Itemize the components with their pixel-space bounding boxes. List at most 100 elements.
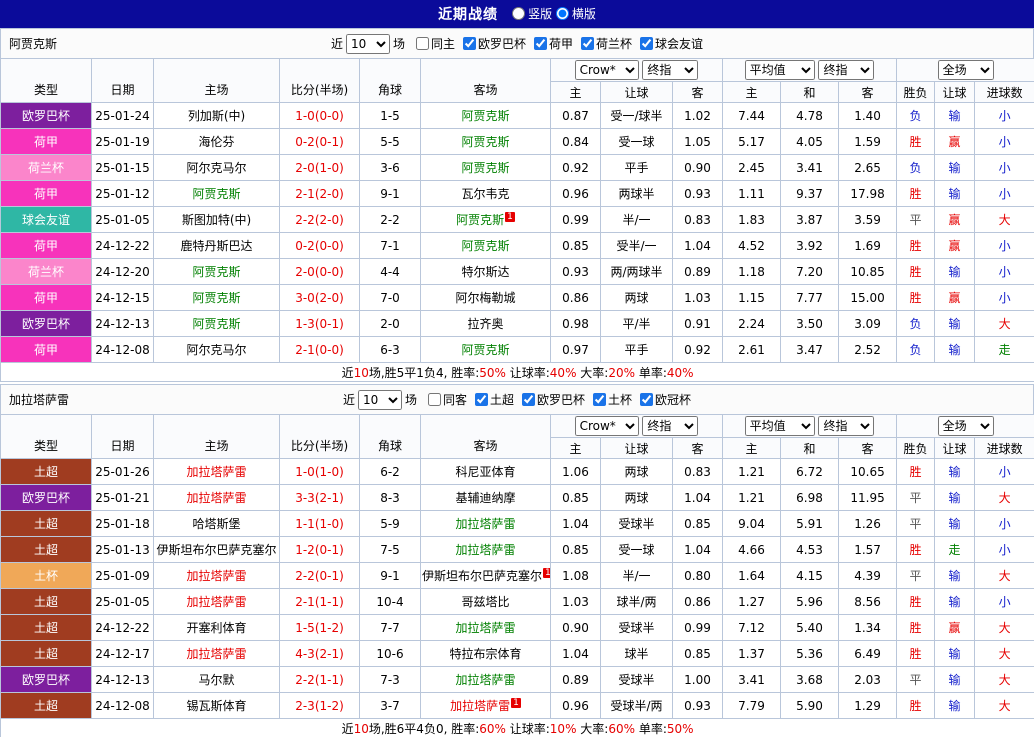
filter-checkbox[interactable]: 同主 <box>416 35 455 52</box>
home-team[interactable]: 加拉塔萨雷 <box>154 641 280 667</box>
away-team[interactable]: 特尔斯达 <box>421 259 551 285</box>
filter-checkbox-input[interactable] <box>640 37 653 50</box>
away-team[interactable]: 基辅迪纳摩 <box>421 485 551 511</box>
layout-radio-vertical-input[interactable] <box>512 7 525 20</box>
home-team[interactable]: 加拉塔萨雷 <box>154 589 280 615</box>
result-handicap: 输 <box>935 259 975 285</box>
match-score[interactable]: 1-0(0-0) <box>280 103 360 129</box>
filter-checkbox-label: 欧冠杯 <box>655 391 691 408</box>
match-score[interactable]: 2-0(1-0) <box>280 155 360 181</box>
match-score[interactable]: 1-1(1-0) <box>280 511 360 537</box>
europe-final-select[interactable]: 终指 <box>818 60 874 80</box>
match-score[interactable]: 0-2(0-0) <box>280 233 360 259</box>
filter-checkbox-input[interactable] <box>428 393 441 406</box>
home-team[interactable]: 加拉塔萨雷 <box>154 459 280 485</box>
layout-radio-vertical[interactable]: 竖版 <box>512 5 552 22</box>
filter-checkbox-input[interactable] <box>593 393 606 406</box>
scope-select[interactable]: 全场 <box>938 60 994 80</box>
home-team[interactable]: 阿贾克斯 <box>154 259 280 285</box>
filter-checkbox[interactable]: 土杯 <box>593 391 632 408</box>
away-team[interactable]: 特拉布宗体育 <box>421 641 551 667</box>
match-score[interactable]: 2-2(1-1) <box>280 667 360 693</box>
match-score[interactable]: 2-2(2-0) <box>280 207 360 233</box>
away-team[interactable]: 瓦尔韦克 <box>421 181 551 207</box>
filter-checkbox-input[interactable] <box>475 393 488 406</box>
filter-checkbox[interactable]: 欧罗巴杯 <box>463 35 526 52</box>
home-team[interactable]: 锡瓦斯体育 <box>154 693 280 719</box>
away-team[interactable]: 加拉塔萨雷1 <box>421 693 551 719</box>
home-team[interactable]: 鹿特丹斯巴达 <box>154 233 280 259</box>
match-score[interactable]: 1-5(1-2) <box>280 615 360 641</box>
away-team[interactable]: 阿贾克斯1 <box>421 207 551 233</box>
filter-checkbox[interactable]: 欧罗巴杯 <box>522 391 585 408</box>
match-score[interactable]: 2-2(0-1) <box>280 563 360 589</box>
filter-checkbox-input[interactable] <box>522 393 535 406</box>
away-team[interactable]: 阿尔梅勒城 <box>421 285 551 311</box>
away-team[interactable]: 阿贾克斯 <box>421 103 551 129</box>
home-team[interactable]: 马尔默 <box>154 667 280 693</box>
home-team[interactable]: 加拉塔萨雷 <box>154 563 280 589</box>
match-score[interactable]: 1-0(1-0) <box>280 459 360 485</box>
home-team[interactable]: 阿尔克马尔 <box>154 337 280 363</box>
home-team[interactable]: 开塞利体育 <box>154 615 280 641</box>
home-team[interactable]: 阿贾克斯 <box>154 311 280 337</box>
recent-count-select[interactable]: 10 <box>346 34 390 54</box>
match-score[interactable]: 4-3(2-1) <box>280 641 360 667</box>
away-team[interactable]: 拉齐奥 <box>421 311 551 337</box>
filter-checkbox[interactable]: 同客 <box>428 391 467 408</box>
filter-checkbox-input[interactable] <box>640 393 653 406</box>
away-team[interactable]: 阿贾克斯 <box>421 233 551 259</box>
recent-count-select[interactable]: 10 <box>358 390 402 410</box>
layout-radio-horizontal[interactable]: 横版 <box>556 5 596 22</box>
away-team[interactable]: 阿贾克斯 <box>421 129 551 155</box>
europe-final-select[interactable]: 终指 <box>818 416 874 436</box>
filter-checkbox[interactable]: 荷兰杯 <box>581 35 632 52</box>
match-score[interactable]: 2-0(0-0) <box>280 259 360 285</box>
home-team[interactable]: 伊斯坦布尔巴萨克塞尔 <box>154 537 280 563</box>
away-team[interactable]: 伊斯坦布尔巴萨克塞尔1 <box>421 563 551 589</box>
filter-checkbox-input[interactable] <box>581 37 594 50</box>
home-team[interactable]: 阿尔克马尔 <box>154 155 280 181</box>
away-team[interactable]: 加拉塔萨雷 <box>421 537 551 563</box>
match-score[interactable]: 2-1(1-1) <box>280 589 360 615</box>
filter-checkbox[interactable]: 球会友谊 <box>640 35 703 52</box>
filter-checkbox-input[interactable] <box>463 37 476 50</box>
match-score[interactable]: 3-0(2-0) <box>280 285 360 311</box>
scope-select[interactable]: 全场 <box>938 416 994 436</box>
away-team[interactable]: 加拉塔萨雷 <box>421 667 551 693</box>
layout-radio-horizontal-input[interactable] <box>556 7 569 20</box>
odds-final-select[interactable]: 终指 <box>642 416 698 436</box>
match-score[interactable]: 1-2(0-1) <box>280 537 360 563</box>
away-team[interactable]: 哥兹塔比 <box>421 589 551 615</box>
away-team[interactable]: 加拉塔萨雷 <box>421 615 551 641</box>
home-team[interactable]: 斯图加特(中) <box>154 207 280 233</box>
match-score[interactable]: 2-3(1-2) <box>280 693 360 719</box>
filter-checkbox[interactable]: 荷甲 <box>534 35 573 52</box>
match-score[interactable]: 2-1(0-0) <box>280 337 360 363</box>
filter-checkbox[interactable]: 欧冠杯 <box>640 391 691 408</box>
europe-draw-odds: 7.20 <box>781 259 839 285</box>
odds-company-select[interactable]: Crow* <box>575 60 639 80</box>
home-team[interactable]: 列加斯(中) <box>154 103 280 129</box>
away-team[interactable]: 加拉塔萨雷 <box>421 511 551 537</box>
match-score[interactable]: 2-1(2-0) <box>280 181 360 207</box>
home-team[interactable]: 阿贾克斯 <box>154 181 280 207</box>
odds-final-select[interactable]: 终指 <box>642 60 698 80</box>
asia-odds-header: Crow* 终指 <box>551 59 723 82</box>
away-team[interactable]: 科尼亚体育 <box>421 459 551 485</box>
filter-checkbox-input[interactable] <box>534 37 547 50</box>
home-team[interactable]: 海伦芬 <box>154 129 280 155</box>
odds-company-select[interactable]: Crow* <box>575 416 639 436</box>
home-team[interactable]: 哈塔斯堡 <box>154 511 280 537</box>
away-team[interactable]: 阿贾克斯 <box>421 155 551 181</box>
match-score[interactable]: 1-3(0-1) <box>280 311 360 337</box>
match-score[interactable]: 0-2(0-1) <box>280 129 360 155</box>
home-team[interactable]: 阿贾克斯 <box>154 285 280 311</box>
away-team[interactable]: 阿贾克斯 <box>421 337 551 363</box>
europe-avg-select[interactable]: 平均值 <box>745 60 815 80</box>
filter-checkbox[interactable]: 土超 <box>475 391 514 408</box>
europe-avg-select[interactable]: 平均值 <box>745 416 815 436</box>
filter-checkbox-input[interactable] <box>416 37 429 50</box>
home-team[interactable]: 加拉塔萨雷 <box>154 485 280 511</box>
match-score[interactable]: 3-3(2-1) <box>280 485 360 511</box>
